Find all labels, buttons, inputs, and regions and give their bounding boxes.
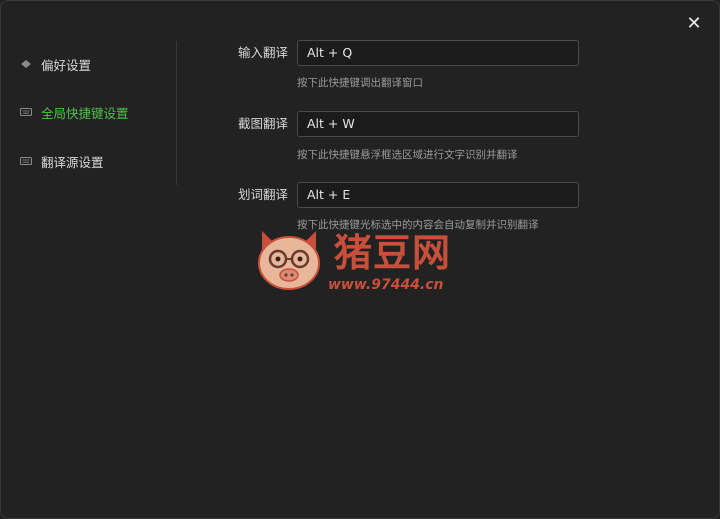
selection-translate-label: 划词翻译	[238, 187, 289, 202]
close-button[interactable]: ✕	[683, 13, 705, 35]
screenshot-translate-label: 截图翻译	[238, 116, 289, 131]
keyboard-icon	[19, 105, 33, 119]
diamond-icon	[19, 57, 33, 71]
sidebar-item-label: 偏好设置	[41, 57, 92, 73]
sidebar-item-label: 全局快捷键设置	[41, 105, 129, 121]
watermark-url: www.97444.cn	[328, 277, 444, 293]
sidebar-item-translation-source[interactable]: 翻译源设置	[19, 149, 104, 173]
sidebar-item-label: 翻译源设置	[41, 154, 104, 170]
settings-window: ✕ 偏好设置 全局快捷键设置 翻译源设置 输入翻译 Alt + Q 按下此快捷键…	[0, 0, 720, 519]
input-translate-shortcut-field[interactable]: Alt + Q	[297, 40, 579, 66]
selection-translate-shortcut-field[interactable]: Alt + E	[297, 182, 579, 208]
close-icon: ✕	[686, 13, 702, 34]
sidebar-item-preferences[interactable]: 偏好设置	[19, 52, 91, 76]
sidebar-item-global-shortcuts[interactable]: 全局快捷键设置	[19, 100, 129, 124]
watermark-title: 猪豆网	[334, 231, 452, 275]
screenshot-translate-shortcut-field[interactable]: Alt + W	[297, 111, 579, 137]
keyboard-icon	[19, 154, 33, 168]
watermark: 猪豆网 www.97444.cn	[254, 227, 474, 297]
input-translate-label: 输入翻译	[238, 45, 289, 60]
screenshot-translate-hint: 按下此快捷键悬浮框选区域进行文字识别并翻译	[297, 149, 518, 161]
pig-logo-icon	[258, 231, 320, 290]
input-translate-hint: 按下此快捷键调出翻译窗口	[297, 77, 423, 89]
